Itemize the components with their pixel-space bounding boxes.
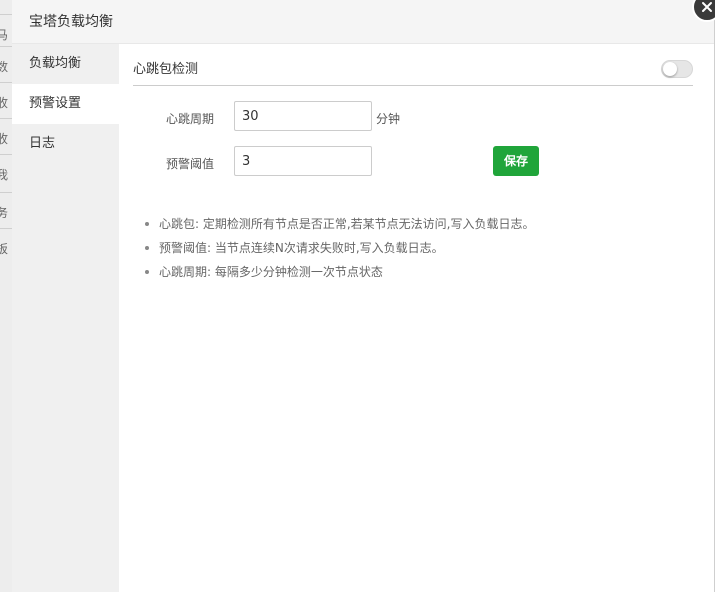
background-row: 收 (0, 118, 12, 158)
bullet-icon (145, 222, 149, 226)
toggle-knob (663, 62, 677, 76)
background-row: 务 (0, 192, 12, 232)
save-button[interactable]: 保存 (493, 146, 539, 176)
background-row: 我 (0, 154, 12, 194)
sidebar-item-alert-settings[interactable]: 预警设置 (12, 84, 119, 124)
tip-text: 预警阈值: 当节点连续N次请求失败时,写入负载日志。 (159, 241, 444, 255)
background-row: 数 (0, 46, 12, 86)
tip-text: 心跳周期: 每隔多少分钟检测一次节点状态 (159, 265, 383, 279)
period-label: 心跳周期 (165, 112, 214, 126)
period-input[interactable] (234, 101, 372, 131)
dialog-title: 宝塔负载均衡 (12, 0, 714, 44)
sidebar-item-log[interactable]: 日志 (12, 124, 119, 164)
tip-item: 预警阈值: 当节点连续N次请求失败时,写入负载日志。 (145, 236, 685, 260)
tips-list: 心跳包: 定期检测所有节点是否正常,若某节点无法访问,写入负载日志。 预警阈值:… (145, 212, 685, 284)
section-header: 心跳包检测 (133, 58, 693, 86)
close-icon (702, 2, 712, 12)
load-balance-dialog: 宝塔负载均衡 负载均衡 预警设置 日志 心跳包检测 心跳周期 分钟 预警阈值 保… (12, 0, 715, 592)
period-unit: 分钟 (376, 112, 401, 126)
threshold-label: 预警阈值 (165, 157, 214, 171)
tip-item: 心跳包: 定期检测所有节点是否正常,若某节点无法访问,写入负载日志。 (145, 212, 685, 236)
threshold-input[interactable] (234, 146, 372, 176)
background-row: 收 (0, 82, 12, 122)
background-row: 板 (0, 228, 12, 268)
background-page-strip: 马 数 收 收 我 务 板 (0, 0, 12, 592)
tip-item: 心跳周期: 每隔多少分钟检测一次节点状态 (145, 260, 685, 284)
dialog-sidebar: 负载均衡 预警设置 日志 (12, 44, 119, 592)
section-title: 心跳包检测 (133, 62, 199, 77)
bullet-icon (145, 246, 149, 250)
sidebar-item-load-balance[interactable]: 负载均衡 (12, 44, 119, 84)
bullet-icon (145, 270, 149, 274)
settings-panel: 心跳包检测 心跳周期 分钟 预警阈值 保存 心跳包: 定期检测所有节点是否正常,… (119, 44, 714, 592)
heartbeat-toggle[interactable] (661, 60, 693, 78)
tip-text: 心跳包: 定期检测所有节点是否正常,若某节点无法访问,写入负载日志。 (159, 217, 535, 231)
